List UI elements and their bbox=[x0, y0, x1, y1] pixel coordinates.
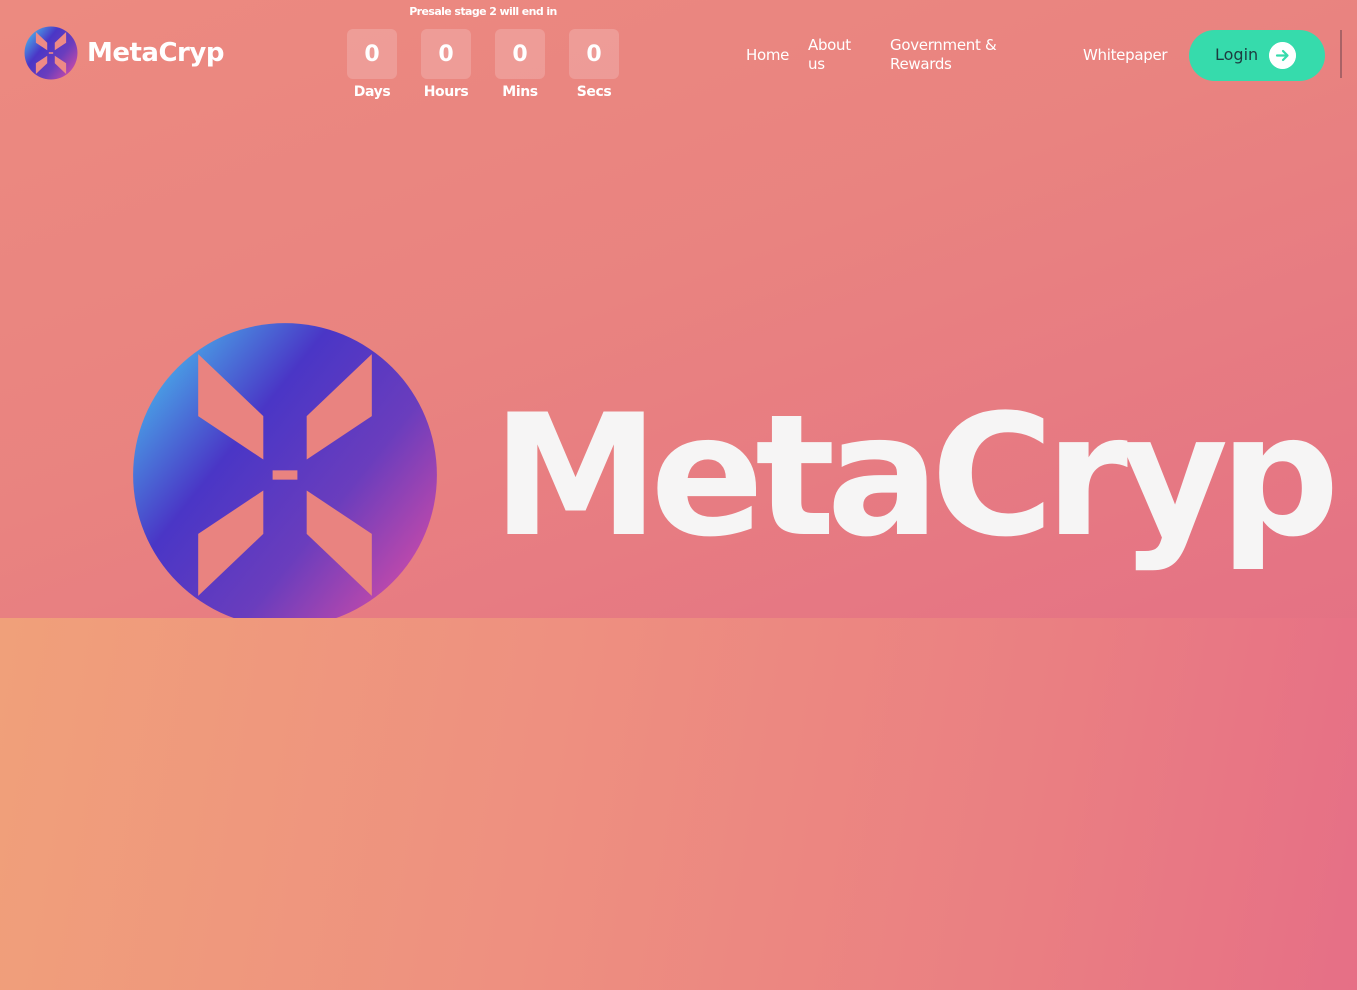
login-button[interactable]: Login bbox=[1189, 30, 1325, 81]
header-edge-divider bbox=[1340, 30, 1342, 78]
countdown-days-value: 0 bbox=[347, 29, 397, 79]
countdown-mins: 0 Mins bbox=[495, 29, 545, 100]
brand-link[interactable]: MetaCryp bbox=[24, 26, 224, 80]
background-lower-panel bbox=[0, 618, 1357, 990]
countdown-days-label: Days bbox=[353, 84, 391, 100]
countdown-secs-value: 0 bbox=[569, 29, 619, 79]
brand-name: MetaCryp bbox=[87, 38, 224, 68]
presale-countdown-title: Presale stage 2 will end in bbox=[409, 5, 557, 18]
countdown-mins-value: 0 bbox=[495, 29, 545, 79]
countdown-mins-label: Mins bbox=[502, 84, 538, 100]
metacryp-x-logo-icon bbox=[133, 323, 437, 618]
countdown-hours-value: 0 bbox=[421, 29, 471, 79]
nav-whitepaper-link[interactable]: Whitepaper bbox=[1083, 46, 1168, 65]
hero-wordmark: MetaCryp bbox=[492, 378, 1340, 574]
presale-countdown: 0 Days 0 Hours 0 Mins 0 Secs bbox=[347, 29, 619, 100]
countdown-hours: 0 Hours bbox=[421, 29, 471, 100]
countdown-hours-label: Hours bbox=[423, 84, 469, 100]
countdown-secs: 0 Secs bbox=[569, 29, 619, 100]
countdown-days: 0 Days bbox=[347, 29, 397, 100]
arrow-right-icon bbox=[1269, 42, 1296, 69]
metacryp-x-logo-icon bbox=[24, 26, 78, 80]
nav-home-link[interactable]: Home bbox=[746, 46, 789, 65]
login-button-label: Login bbox=[1215, 45, 1259, 64]
countdown-secs-label: Secs bbox=[576, 84, 612, 100]
nav-government-rewards-link[interactable]: Government & Rewards bbox=[890, 36, 1020, 74]
header: MetaCryp Presale stage 2 will end in 0 D… bbox=[0, 0, 1357, 110]
nav-about-link[interactable]: About us bbox=[808, 36, 872, 74]
